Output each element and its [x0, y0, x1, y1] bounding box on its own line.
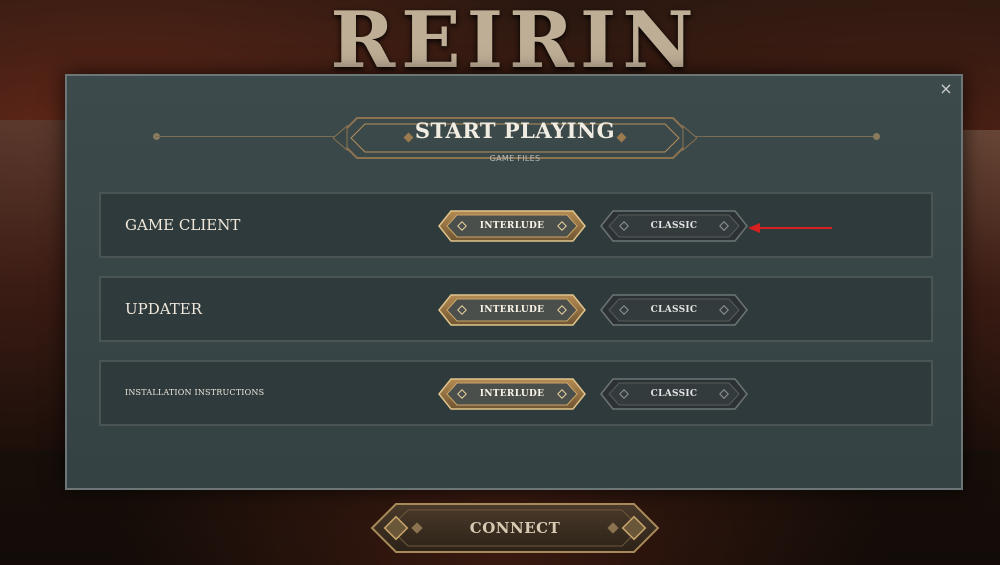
instructions-interlude-button[interactable]: INTERLUDE [437, 377, 587, 411]
start-playing-dialog: × START PLAYING GAME FILES GAME CLIENT I… [65, 74, 963, 490]
game-client-classic-button[interactable]: CLASSIC [599, 209, 749, 243]
divider-dot [873, 133, 880, 140]
updater-interlude-button[interactable]: INTERLUDE [437, 293, 587, 327]
game-client-interlude-button[interactable]: INTERLUDE [437, 209, 587, 243]
button-label: CLASSIC [650, 389, 698, 399]
button-label: CLASSIC [650, 221, 698, 231]
row-label: INSTALLATION INSTRUCTIONS [125, 388, 265, 397]
updater-row: UPDATER INTERLUDE CLASSIC [99, 276, 933, 342]
red-arrow-annotation [748, 223, 832, 233]
button-label: INTERLUDE [479, 305, 545, 315]
background-character-left [0, 120, 70, 450]
connect-label: CONNECT [469, 519, 561, 537]
title-divider-right [695, 136, 875, 137]
game-logo: REIRIN [330, 0, 700, 80]
button-label: INTERLUDE [479, 389, 545, 399]
instructions-classic-button[interactable]: CLASSIC [599, 377, 749, 411]
row-label: GAME CLIENT [125, 216, 241, 234]
dialog-title: START PLAYING [414, 118, 616, 143]
updater-classic-button[interactable]: CLASSIC [599, 293, 749, 327]
installation-instructions-row: INSTALLATION INSTRUCTIONS INTERLUDE CLAS… [99, 360, 933, 426]
title-divider-left [155, 136, 335, 137]
connect-button[interactable]: CONNECT [368, 500, 662, 556]
background-character-right [960, 130, 1000, 450]
button-label: INTERLUDE [479, 221, 545, 231]
close-icon[interactable]: × [937, 80, 955, 98]
dialog-subtitle: GAME FILES [489, 154, 541, 163]
row-label: UPDATER [125, 300, 203, 318]
button-label: CLASSIC [650, 305, 698, 315]
